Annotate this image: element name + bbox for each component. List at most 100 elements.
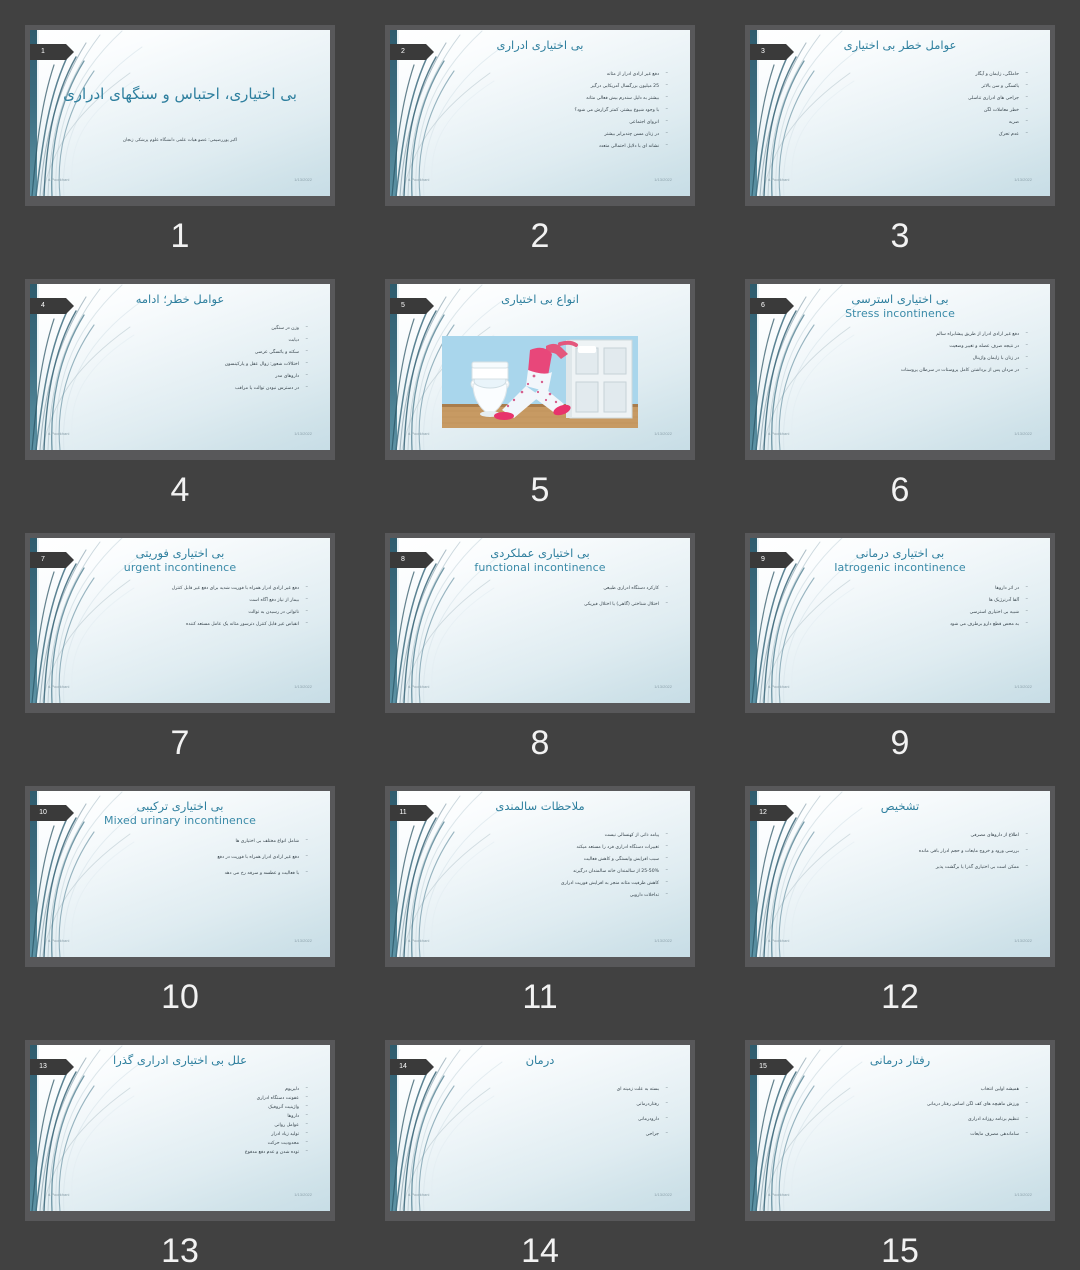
bullet-list: اطلاع از داروهای مصرفی بررسی ورود و خروج … [780,832,1028,870]
footer-author: d.Poorkhani [408,176,430,182]
slide-title: تشخیص [750,800,1050,813]
slide-canvas: 13 علل بی اختیاری ادراری گذرا دلیریومعفو… [30,1045,330,1211]
slide-thumbnail[interactable]: 10 بی اختیاری ترکیبی Mixed urinary incon… [25,786,335,968]
slide-cell-4[interactable]: 4 عوامل خطر؛ ادامه وزن در سنگین دیابت سکته… [0,254,360,508]
slide-cell-7[interactable]: 7 بی اختیاری فوریتی urgent incontinence … [0,508,360,763]
slide-bullet-list: حاملگی، زایمان و آپگار یائسگی و سن بالاتر… [750,71,1050,144]
slide-number-caption: 3 [890,216,910,255]
slide-cell-11[interactable]: 11 ملاحظات سالمندی پیامد ذاتی از کهنسالی… [360,761,720,1015]
bullet-item: ناتوانی در رسیدن به توالت [60,609,308,615]
slide-thumbnail[interactable]: 15 رفتار درمانی همیشه اولین انتخابورزش م… [745,1040,1055,1221]
slide-cell-15[interactable]: 15 رفتار درمانی همیشه اولین انتخاب ورزش م… [720,1015,1080,1269]
bullet-list: بسته به علت زمینه ای رفتاردرمانی دارودرمان… [420,1086,668,1137]
bullet-item: شبیه بی اختیاری استرسی [780,609,1028,615]
slide-title-fa: بی اختیاری عملکردی [490,545,590,560]
bullet-item: انزوای اجتماعی [420,119,668,125]
footer-date: 1/13/2022 [294,176,312,182]
bullet-item: واژینیت آتروفیک [60,1104,308,1110]
slide-footer: d.Poorkhani 1/13/2022 [750,176,1050,184]
bullet-item: انقباض غیر قابل کنترل دترسور مثانه یک عا… [60,621,308,627]
slide-thumbnail[interactable]: 11 ملاحظات سالمندی پیامد ذاتی از کهنسالی… [385,786,695,968]
slide-thumbnail[interactable]: 1 بی اختیاری، احتباس و سنگهای ادراری اکب… [25,25,335,206]
slide-cell-9[interactable]: 9 بی اختیاری درمانی Iatrogenic incontine… [720,508,1080,761]
slide-title-en: Mixed urinary incontinence [103,814,257,828]
slide-title: درمان [390,1054,690,1067]
slide-cell-6[interactable]: 6 بی اختیاری استرسی Stress incontinence … [720,254,1080,508]
slide-thumbnail[interactable]: 6 بی اختیاری استرسی Stress incontinence … [745,278,1055,460]
slide-title-en: Stress incontinence [845,306,955,320]
bullet-item: ممکن است بی اختیاری گذرا یا برگشت پذیر [780,864,1028,870]
bullet-item: دفع غیر ارادی ادرار از مثانه [420,71,668,77]
slide-thumbnail[interactable]: 12 تشخیص اطلاع از داروهای مصرفیبررسی ورو… [745,786,1055,968]
slide-cell-1[interactable]: 1 بی اختیاری، احتباس و سنگهای ادراری اکب… [0,0,360,254]
slide-title: انواع بی اختیاری [390,291,690,306]
slide-thumbnail[interactable]: 3 عوامل خطر بی اختیاری حاملگی، زایمان و … [745,25,1055,206]
slide-title-fa: بی اختیاری فوریتی [135,545,225,560]
slide-number-caption: 2 [530,216,550,255]
slide-footer: d.Poorkhani 1/13/2022 [750,1191,1050,1199]
footer-date: 1/13/2022 [294,430,312,436]
bullet-item: همیشه اولین انتخاب [780,1086,1028,1092]
slide-title: بی اختیاری، احتباس و سنگهای ادراری [30,87,330,102]
bullet-item: یائسگی و سن بالاتر [780,83,1028,89]
slide-cell-13[interactable]: 13 علل بی اختیاری ادراری گذرا دلیریوم عفو… [0,1015,360,1269]
slide-thumbnail[interactable]: 2 بی اختیاری ادراری دفع غیر ارادی ادرار … [385,25,695,206]
slide-thumbnail[interactable]: 9 بی اختیاری درمانی Iatrogenic incontine… [745,532,1055,714]
slide-title: بی اختیاری ادراری [390,39,690,52]
slide-cell-2[interactable]: 2 بی اختیاری ادراری دفع غیر ارادی ادرار … [360,0,720,254]
slide-cell-3[interactable]: 3 عوامل خطر بی اختیاری حاملگی، زایمان و … [720,0,1080,254]
slide-cell-10[interactable]: 10 بی اختیاری ترکیبی Mixed urinary incon… [0,761,360,1015]
footer-author: d.Poorkhani [48,1191,70,1197]
slide-canvas: 11 ملاحظات سالمندی پیامد ذاتی از کهنسالی… [390,791,690,958]
slide-bullet-list: شامل انواع مختلف بی اختیاری ها دفع غیر ار… [30,838,330,887]
bullet-item: جراحی های ادراری تناسلی [780,95,1028,101]
footer-author: d.Poorkhani [768,1191,790,1197]
bullet-item: در مردان پس از برداشتن کامل پروستات در س… [780,367,1028,373]
slide-number-caption: 15 [881,1231,919,1270]
bullet-item: دفع غیر ارادی ادرار همراه با فوریت در دف… [60,854,308,860]
slide-title: بی اختیاری ترکیبی Mixed urinary incontin… [30,800,330,828]
footer-author: d.Poorkhani [48,938,70,944]
slide-cell-12[interactable]: 12 تشخیص اطلاع از داروهای مصرفی بررسی ورو… [720,761,1080,1015]
slide-title: بی اختیاری فوریتی urgent incontinence [30,545,330,574]
footer-author: d.Poorkhani [408,1191,430,1197]
slide-canvas: 5 انواع بی اختیاری d.Poorkhani 1/13/2022 [390,283,690,450]
bullet-item: اطلاع از داروهای مصرفی [780,832,1028,838]
slide-cell-14[interactable]: 14 درمان بسته به علت زمینه ای رفتاردرمانی… [360,1015,720,1269]
slide-thumbnail[interactable]: 14 درمان بسته به علت زمینه ایرفتاردرمانی… [385,1040,695,1221]
slide-thumbnail[interactable]: 4 عوامل خطر؛ ادامه وزن در سنگیندیابتسکته… [25,278,335,460]
bullet-item: وزن در سنگین [60,325,308,331]
slide-thumbnail[interactable]: 7 بی اختیاری فوریتی urgent incontinence … [25,532,335,714]
slide-thumbnail[interactable]: 13 علل بی اختیاری ادراری گذرا دلیریومعفو… [25,1040,335,1221]
bullet-item: عدم تحرک [780,131,1028,137]
slide-bullet-list: دفع غیر ارادی ادرار از طریق پیشابراه سال… [750,331,1050,380]
slide-title-fa: عوامل خطر؛ ادامه [135,291,225,306]
bullet-item: دارودرمانی [420,1116,668,1122]
bullet-item: دفع غیر ارادی ادرار همراه با فوریت شدید … [60,585,308,591]
slide-number-badge-1: 1 [30,44,74,60]
slide-thumbnail[interactable]: 8 بی اختیاری عملکردی functional incontin… [385,532,695,714]
slide-cell-8[interactable]: 8 بی اختیاری عملکردی functional incontin… [360,508,720,761]
footer-author: d.Poorkhani [48,684,70,690]
bullet-item: نشانه ای با دلایل احتمالی متعدد [420,143,668,149]
bullet-item: در زنان با زایمان واژینال [780,355,1028,361]
slide-thumbnail-grid: 3 عوامل خطر بی اختیاری حاملگی، زایمان و … [0,0,1080,1269]
bullet-item: آلفا آدرنرژیک ها [780,597,1028,603]
bullet-item: ساماندهی مصرف مایعات [780,1131,1028,1137]
slide-canvas: 3 عوامل خطر بی اختیاری حاملگی، زایمان و … [750,30,1050,196]
footer-date: 1/13/2022 [1014,176,1032,182]
bullet-item: حاملگی، زایمان و آپگار [780,71,1028,77]
slide-thumbnail[interactable]: 5 انواع بی اختیاری d.Poorkhani 1/13/2022 [385,278,695,460]
slide-cell-5[interactable]: 5 انواع بی اختیاری d.Poorkhani 1/13/2022… [360,254,720,508]
slide-canvas: 12 تشخیص اطلاع از داروهای مصرفیبررسی ورو… [750,791,1050,958]
slide-title-fa: عوامل خطر بی اختیاری [843,38,957,52]
slide-number-caption: 7 [170,724,190,763]
footer-author: d.Poorkhani [768,176,790,182]
slide-canvas: 14 درمان بسته به علت زمینه ایرفتاردرمانی… [390,1045,690,1211]
slide-canvas: 10 بی اختیاری ترکیبی Mixed urinary incon… [30,791,330,958]
footer-date: 1/13/2022 [1014,1191,1032,1197]
bullet-list: حاملگی، زایمان و آپگار یائسگی و سن بالاتر… [780,71,1028,137]
slide-title-fa: انواع بی اختیاری [501,291,579,306]
slide-canvas: 2 بی اختیاری ادراری دفع غیر ارادی ادرار … [390,30,690,196]
footer-author: d.Poorkhani [768,684,790,690]
